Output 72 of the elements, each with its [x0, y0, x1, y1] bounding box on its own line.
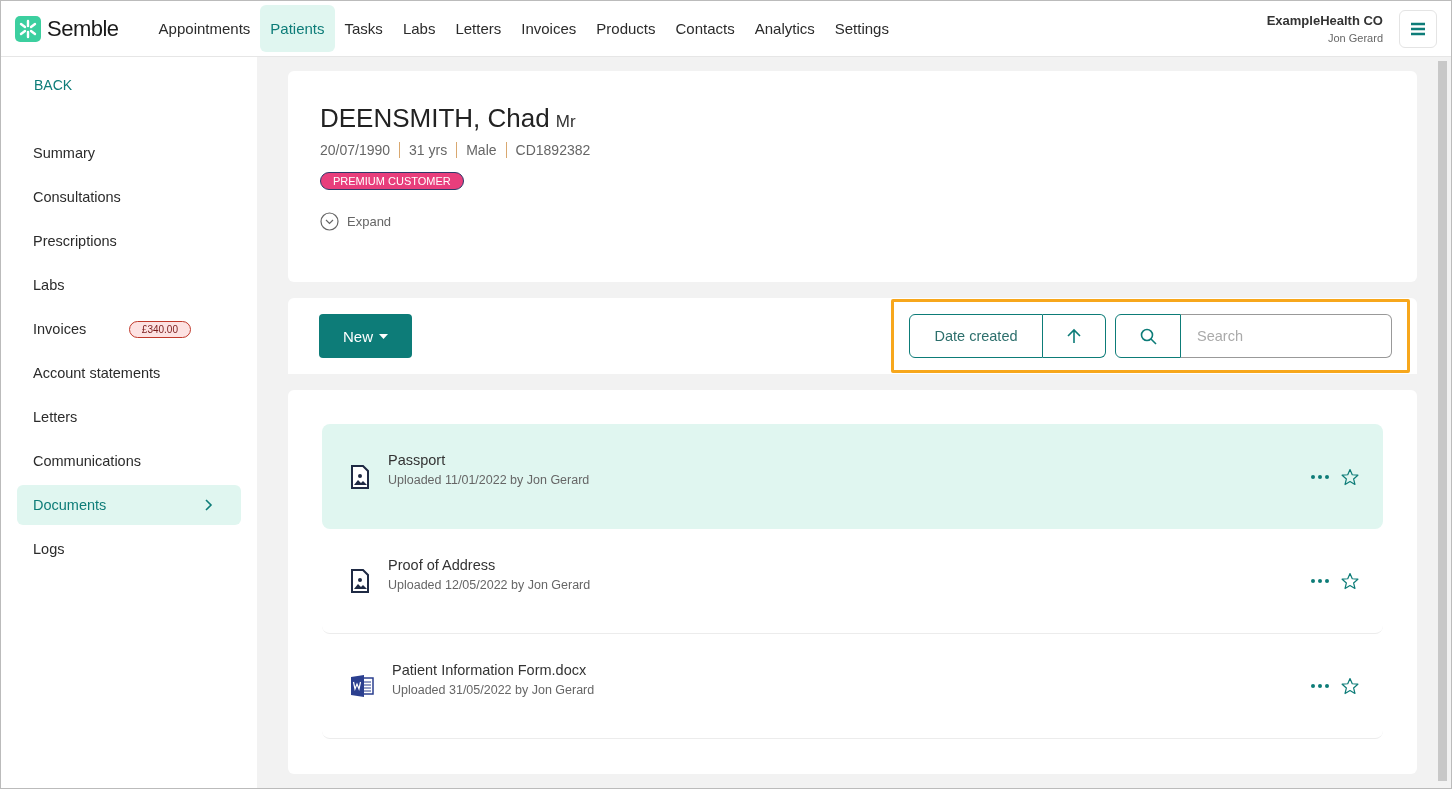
sidebar-label: Prescriptions — [33, 233, 118, 249]
menu-icon — [1410, 21, 1426, 36]
document-name: Patient Information Form.docx — [392, 661, 588, 678]
more-icon[interactable] — [1309, 577, 1331, 585]
sidebar-item[interactable]: Invoices £340.00 — [17, 309, 241, 349]
patient-detail: 20/07/1990 — [320, 142, 391, 158]
more-icon[interactable] — [1309, 472, 1331, 481]
document-name: Passport — [388, 452, 447, 468]
search-icon — [1139, 327, 1157, 345]
amount-badge: £340.00 — [128, 320, 191, 338]
sidebar-label: Summary — [33, 145, 97, 161]
word-document-icon — [350, 675, 374, 697]
nav-tab[interactable]: Labs — [392, 5, 446, 52]
sort-button[interactable]: Date created — [909, 314, 1043, 358]
sidebar-item[interactable]: Consultations — [17, 177, 241, 217]
image-file-icon — [350, 464, 370, 489]
sidebar-item[interactable]: Account statements — [17, 353, 241, 393]
customer-tag: PREMIUM CUSTOMER — [320, 172, 464, 190]
sidebar-label: Consultations — [33, 189, 122, 205]
nav-tab[interactable]: Patients — [260, 5, 335, 52]
image-file-icon — [350, 569, 370, 593]
back-link[interactable]: BACK — [17, 73, 241, 97]
caret-icon — [379, 333, 388, 339]
sidebar-item[interactable]: Documents — [17, 485, 241, 525]
nav-tab[interactable]: Invoices — [511, 5, 587, 52]
star-icon[interactable] — [1339, 570, 1361, 592]
sidebar-item[interactable]: Prescriptions — [17, 221, 241, 261]
scrollbar[interactable] — [1438, 61, 1447, 781]
search-field[interactable]: Search — [1181, 314, 1392, 358]
brand-name: Semble — [47, 15, 119, 42]
sidebar-item[interactable]: Labs — [17, 265, 241, 305]
nav-tab[interactable]: Contacts — [665, 5, 745, 52]
nav-tab[interactable]: Letters — [445, 5, 512, 52]
sidebar-label: Letters — [33, 409, 79, 425]
document-name: Proof of Address — [388, 556, 497, 573]
star-icon[interactable] — [1339, 675, 1361, 697]
nav-tab[interactable]: Tasks — [334, 5, 393, 52]
more-icon[interactable] — [1309, 682, 1331, 690]
sidebar-item[interactable]: Logs — [17, 529, 241, 569]
patient-detail: CD1892382 — [515, 142, 591, 158]
document-meta: Uploaded 12/05/2022 by Jon Gerard — [388, 577, 592, 592]
document-meta: Uploaded 31/05/2022 by Jon Gerard — [392, 682, 596, 697]
sort-direction-button[interactable] — [1043, 314, 1106, 358]
sidebar-label: Documents — [33, 497, 108, 513]
menu-button[interactable] — [1399, 9, 1437, 48]
expand-button[interactable]: Expand — [320, 212, 392, 231]
nav-tab[interactable]: Products — [586, 5, 666, 52]
document-row[interactable]: Passport Uploaded 11/01/2022 by Jon Gerard — [322, 424, 1383, 529]
nav-tab[interactable]: Analytics — [744, 5, 825, 52]
patient-title: Mr — [555, 112, 576, 132]
chevron-right-icon — [205, 499, 213, 511]
sidebar-item[interactable]: Communications — [17, 441, 241, 481]
document-meta: Uploaded 11/01/2022 by Jon Gerard — [388, 473, 591, 487]
search-button[interactable] — [1115, 314, 1181, 358]
sidebar-label: Invoices — [33, 321, 88, 337]
sidebar-item[interactable]: Letters — [17, 397, 241, 437]
sidebar-label: Communications — [33, 453, 142, 469]
sidebar-label: Logs — [33, 541, 66, 557]
nav-tab[interactable]: Appointments — [148, 5, 261, 52]
sidebar-label: Labs — [33, 277, 66, 293]
logo-icon — [15, 15, 41, 42]
patient-detail: 31 yrs — [409, 142, 448, 158]
chevron-circle-icon — [320, 212, 339, 231]
nav-tab[interactable]: Settings — [824, 5, 899, 52]
organisation-name: ExampleHealth CO — [1266, 13, 1383, 28]
user-name: Jon Gerard — [1327, 32, 1383, 44]
arrow-up-icon — [1067, 328, 1081, 344]
new-button[interactable]: New — [319, 314, 412, 358]
patient-detail: Male — [466, 142, 497, 158]
sidebar-label: Account statements — [33, 365, 162, 381]
sidebar-item[interactable]: Summary — [17, 133, 241, 173]
patient-name: DEENSMITH, Chad — [320, 103, 550, 134]
